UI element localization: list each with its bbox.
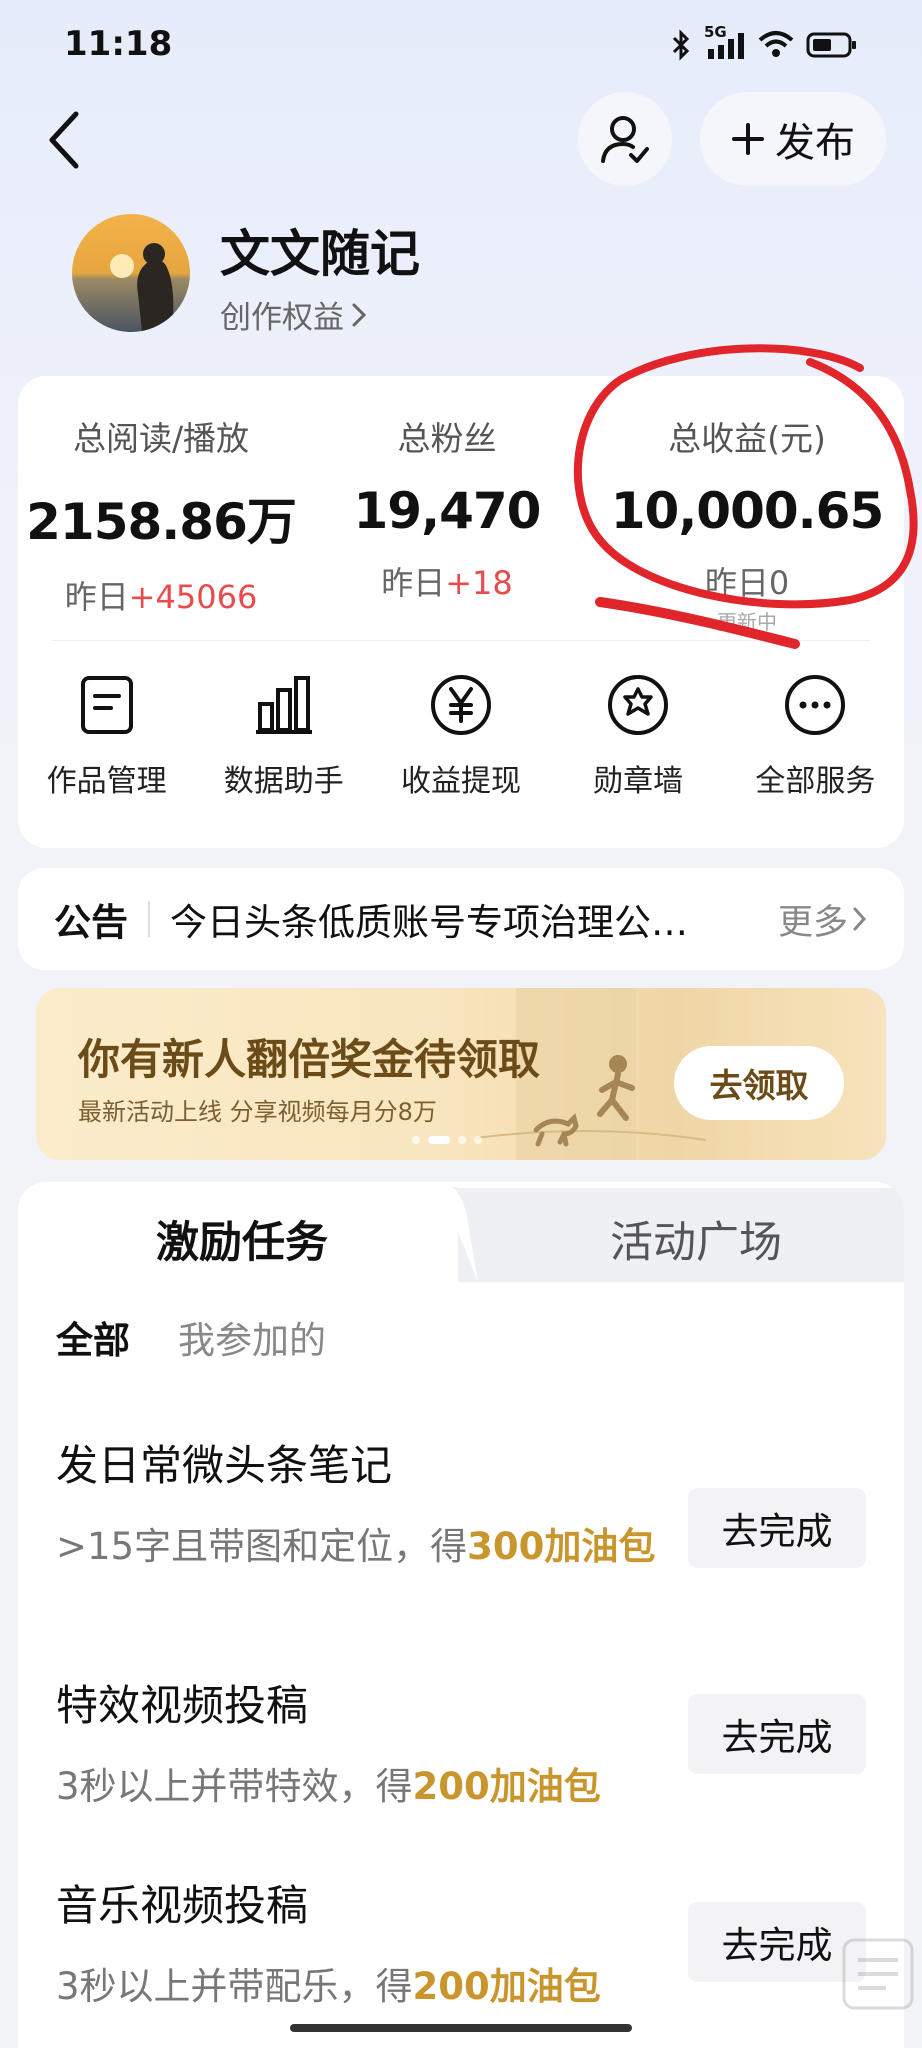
carousel-dot (458, 1136, 466, 1144)
stat-yesterday: 昨日+18 (381, 564, 513, 602)
stat-yesterday-value: +45066 (128, 578, 258, 616)
service-earnings-withdraw[interactable]: 收益提现 (372, 672, 549, 800)
filter-joined[interactable]: 我参加的 (178, 1310, 326, 1364)
tasks-panel: 激励任务 活动广场 全部 我参加的 发日常微头条笔记 >15字且带图和定位，得3… (18, 1182, 904, 2048)
status-icons: 5G (670, 23, 858, 66)
stat-label: 总阅读/播放 (72, 419, 250, 458)
stat-value: 2158.86万 (26, 493, 297, 551)
publish-label: 发布 (775, 120, 855, 166)
stat-yesterday: 昨日+45066 (64, 578, 258, 616)
carousel-dot-active (428, 1136, 450, 1144)
avatar[interactable] (72, 214, 190, 332)
service-label: 勋章墙 (593, 764, 684, 799)
banner-title: 你有新人翻倍奖金待领取 (78, 1035, 541, 1084)
battery-icon (806, 32, 856, 58)
wifi-icon (758, 31, 794, 57)
service-works-management[interactable]: 作品管理 (18, 672, 195, 800)
task-reward: 200加油包 (412, 1765, 601, 1808)
publish-button[interactable]: 发布 (700, 92, 886, 186)
user-check-icon (601, 116, 649, 163)
task-reward: 200加油包 (412, 1965, 601, 2008)
task-description: 3秒以上并带特效，得200加油包 (56, 1765, 601, 1808)
chevron-right-icon (853, 907, 867, 931)
document-icon (80, 676, 133, 734)
service-label: 全部服务 (755, 764, 876, 799)
stat-label: 总粉丝 (397, 419, 497, 458)
tab-activity-plaza[interactable]: 活动广场 (610, 1208, 782, 1270)
service-data-assistant[interactable]: 数据助手 (195, 672, 372, 800)
user-follow-button[interactable] (578, 92, 672, 186)
profile-name: 文文随记 (220, 225, 420, 283)
tab-bar: 激励任务 活动广场 (18, 1182, 904, 1282)
stat-yesterday-value: +18 (445, 564, 513, 602)
service-label: 作品管理 (46, 764, 167, 799)
task-title: 发日常微头条笔记 (56, 1441, 393, 1490)
bluetooth-icon (672, 29, 690, 61)
service-badge-wall[interactable]: 勋章墙 (550, 672, 727, 800)
back-button[interactable] (38, 104, 94, 176)
complete-task-button[interactable]: 去完成 (688, 1488, 866, 1568)
carousel-dots (412, 1136, 482, 1144)
stat-total-reads[interactable]: 总阅读/播放 2158.86万 昨日+45066 (18, 412, 304, 618)
promo-banner[interactable]: 你有新人翻倍奖金待领取 最新活动上线 分享视频每月分8万 去领取 (36, 988, 886, 1160)
badge-icon (608, 675, 669, 735)
plus-icon (732, 123, 764, 155)
task-item: 发日常微头条笔记 >15字且带图和定位，得300加油包 去完成 (56, 1432, 866, 1579)
status-time: 11:18 (64, 24, 173, 64)
notice-separator (148, 901, 150, 937)
carousel-dot (412, 1136, 420, 1144)
status-bar: 11:18 5G (0, 0, 922, 90)
task-description: >15字且带图和定位，得300加油包 (56, 1525, 656, 1568)
notice-more-link[interactable]: 更多 (778, 894, 868, 945)
chevron-left-icon (49, 111, 79, 169)
service-label: 数据助手 (223, 764, 344, 799)
creator-rights-label: 创作权益 (220, 300, 344, 336)
red-annotation-circle (573, 344, 918, 649)
stat-value: 19,470 (353, 482, 542, 540)
service-all-services[interactable]: 全部服务 (727, 672, 904, 800)
more-icon (785, 675, 846, 735)
filter-row: 全部 我参加的 (56, 1310, 326, 1364)
notice-bar[interactable]: 公告 今日头条低质账号专项治理公… 更多 (18, 868, 904, 970)
banner-subtitle: 最新活动上线 分享视频每月分8万 (78, 1098, 437, 1126)
chevron-right-icon (352, 303, 367, 326)
notice-more-label: 更多 (777, 902, 848, 943)
task-description: 3秒以上并带配乐，得200加油包 (56, 1965, 601, 2008)
creator-rights-link[interactable]: 创作权益 (220, 292, 368, 337)
service-label: 收益提现 (400, 764, 521, 799)
carousel-dot (474, 1136, 482, 1144)
cellular-icon: 5G (704, 23, 746, 61)
stat-total-fans[interactable]: 总粉丝 19,470 昨日+18 (304, 412, 590, 604)
notice-title: 公告 (54, 901, 128, 944)
home-indicator[interactable] (290, 2024, 632, 2032)
filter-all[interactable]: 全部 (56, 1310, 130, 1364)
bar-chart-icon (255, 676, 312, 734)
complete-task-button[interactable]: 去完成 (688, 1694, 866, 1774)
task-reward: 300加油包 (467, 1525, 656, 1568)
task-item: 音乐视频投稿 3秒以上并带配乐，得200加油包 去完成 (56, 1872, 866, 2019)
yuan-icon (430, 675, 491, 735)
services-row: 作品管理 数据助手 收益提现 勋章墙 全部服务 (18, 672, 904, 800)
claim-button[interactable]: 去领取 (674, 1046, 844, 1120)
notice-text: 今日头条低质账号专项治理公… (170, 901, 688, 944)
tab-curve (438, 1182, 498, 1282)
watermark-logo-icon (842, 1938, 914, 2010)
tab-incentive-tasks[interactable]: 激励任务 (156, 1208, 328, 1270)
task-item: 特效视频投稿 3秒以上并带特效，得200加油包 去完成 (56, 1672, 866, 1819)
